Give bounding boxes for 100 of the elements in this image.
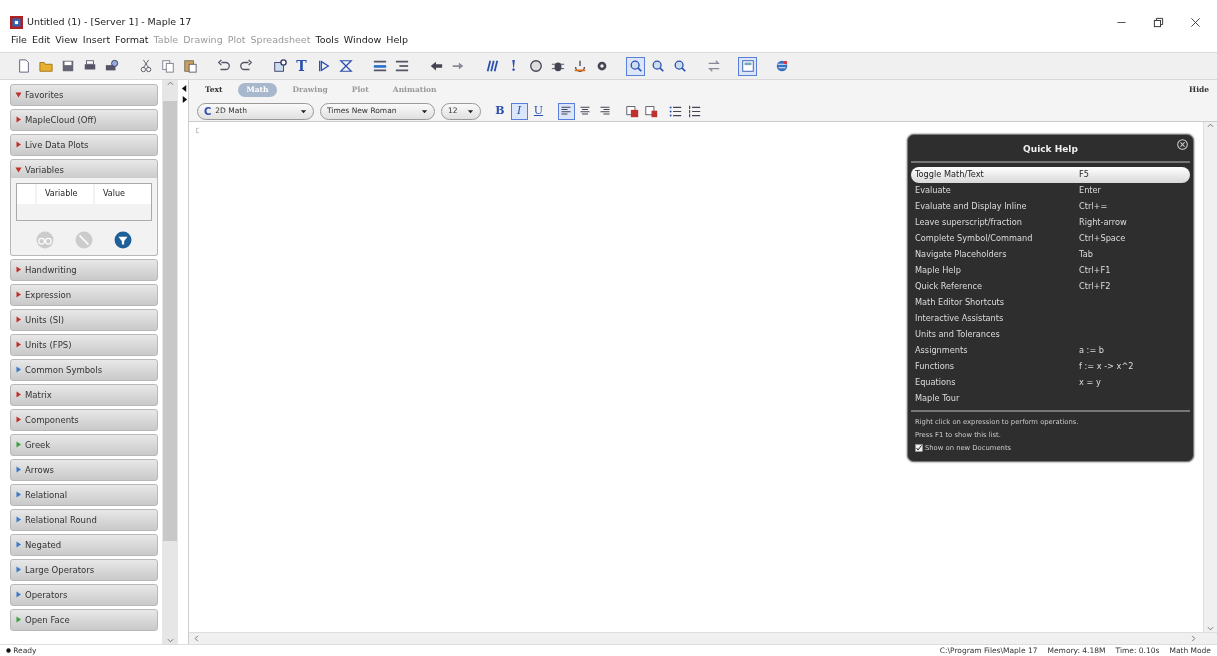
palette-header[interactable]: Components (10, 409, 158, 431)
shortcut-text: Tab (1079, 248, 1093, 261)
shortcut-text: f := x -> x^2 (1079, 360, 1134, 373)
print-icon (82, 59, 97, 73)
outdent-icon (394, 59, 409, 73)
checked-checkbox[interactable] (915, 444, 923, 452)
align-left-button[interactable] (557, 102, 575, 120)
column-header: Value (95, 184, 151, 204)
palette-header[interactable]: Relational (10, 484, 158, 506)
help-topic: Units and Tolerances (915, 328, 1001, 341)
panel-button[interactable] (738, 56, 757, 76)
palette-header[interactable]: Large Operators (10, 559, 158, 581)
align-right-icon (598, 105, 611, 117)
scrollbar-thumb[interactable] (163, 101, 177, 541)
shortcut-text: Ctrl+Space (1079, 232, 1126, 245)
palette-header[interactable]: Greek (10, 434, 158, 456)
shortcut-text: x = y (1079, 376, 1101, 389)
palette-header[interactable]: Arrows (10, 459, 158, 481)
menu-item[interactable]: Format (115, 32, 149, 48)
help-topic: Math Editor Shortcuts (915, 296, 1006, 309)
palette-header[interactable]: Negated (10, 534, 158, 556)
horizontal-scrollbar[interactable] (189, 632, 1217, 644)
paste-icon (182, 59, 197, 73)
swap-arrows-icon (706, 59, 721, 73)
redo-icon (238, 59, 253, 73)
help-row[interactable]: Toggle Math/Text F5 (911, 166, 1190, 183)
save-icon (60, 59, 75, 73)
text-button[interactable]: T (292, 56, 311, 76)
help-topic: Maple Tour (915, 392, 961, 405)
status-dot-icon (6, 648, 11, 653)
help-row[interactable]: Math Editor Shortcuts (911, 294, 1190, 311)
help-row[interactable]: Interactive Assistants (911, 310, 1190, 327)
help-topic: Interactive Assistants (915, 312, 1005, 325)
palette-header[interactable]: Units (SI) (10, 309, 158, 331)
prompt-icon (316, 59, 331, 73)
menu-item[interactable]: Tools (315, 32, 339, 48)
help-row[interactable]: Maple Tour (911, 390, 1190, 407)
panel-title: Quick Help (911, 137, 1190, 163)
scroll-right-icon (1190, 635, 1197, 642)
menu-item[interactable]: File (11, 32, 27, 48)
help-row[interactable]: Navigate Placeholders Tab (911, 246, 1190, 263)
help-topic: Evaluate (915, 184, 952, 197)
filter-icon[interactable] (113, 231, 132, 249)
palette-header[interactable]: Open Face (10, 609, 158, 631)
help-topic: Maple Help (915, 264, 962, 277)
help-row[interactable]: Units and Tolerances (911, 326, 1190, 343)
help-topic: Evaluate and Display Inline (915, 200, 1028, 213)
palette-header[interactable]: Expression (10, 284, 158, 306)
restore-icon[interactable] (1153, 16, 1164, 28)
help-row[interactable]: Evaluate and Display Inline Ctrl+= (911, 198, 1190, 215)
menu-item[interactable]: Edit (31, 32, 51, 48)
align-left-icon (560, 105, 572, 117)
shortcut-text: Ctrl+F1 (1079, 264, 1111, 277)
help-row[interactable]: Complete Symbol/Command Ctrl+Space (911, 230, 1190, 247)
help-row[interactable]: Equations x = y (911, 374, 1190, 391)
palette-header[interactable]: Common Symbols (10, 359, 158, 381)
help-row[interactable]: Maple Help Ctrl+F1 (911, 262, 1190, 279)
palette-header[interactable]: Favorites (10, 84, 158, 106)
help-topic: Complete Symbol/Command (915, 232, 1034, 245)
help-topic: Toggle Math/Text (915, 168, 985, 181)
help-topic: Assignments (915, 344, 969, 357)
help-row[interactable]: Evaluate Enter (911, 182, 1190, 199)
menu-item[interactable]: Window (343, 32, 382, 48)
back-arrow-icon (428, 59, 443, 73)
numbered-list-icon (687, 104, 701, 118)
help-row[interactable]: Functions f := x -> x^2 (911, 358, 1190, 375)
new-document-icon (16, 59, 31, 73)
palette-header[interactable]: Handwriting (10, 259, 158, 281)
menu-item[interactable]: Insert (82, 32, 111, 48)
help-row[interactable]: Leave superscript/fraction Right-arrow (911, 214, 1190, 231)
app-logo-icon (10, 15, 23, 29)
underline-button[interactable]: U (530, 102, 547, 120)
execute-button[interactable]: ! (504, 56, 523, 76)
palette-header[interactable]: Live Data Plots (10, 134, 158, 156)
palette-header[interactable]: Matrix (10, 384, 158, 406)
vertical-scrollbar[interactable] (1203, 122, 1217, 632)
shortcut-text: Right-arrow (1079, 216, 1127, 229)
caret-icon (467, 107, 474, 115)
help-row[interactable]: Quick Reference Ctrl+F2 (911, 278, 1190, 295)
help-row[interactable]: Assignments a := b (911, 342, 1190, 359)
help-topic: Leave superscript/fraction (915, 216, 1024, 229)
scrollbar[interactable] (162, 80, 178, 644)
palette-header[interactable]: MapleCloud (Off) (10, 109, 158, 131)
italic-button[interactable]: I (510, 102, 528, 120)
palette-header[interactable]: Variables (10, 159, 158, 181)
table-header (17, 184, 35, 204)
bold-button[interactable]: B (491, 102, 509, 120)
panel-icon (740, 59, 755, 73)
menu-item[interactable]: View (55, 32, 78, 48)
palette-header[interactable]: Operators (10, 584, 158, 606)
close-icon[interactable] (1190, 16, 1201, 28)
shortcut-text: Ctrl+F2 (1079, 280, 1111, 293)
caret-icon (300, 107, 307, 115)
scroll-up-icon (166, 80, 174, 87)
menu-item[interactable]: Help (386, 32, 408, 48)
scroll-left-icon (193, 635, 200, 642)
palette-header[interactable]: Relational Round (10, 509, 158, 531)
copy-icon (160, 59, 175, 73)
zoom-button[interactable] (626, 56, 645, 76)
palette-header[interactable]: Units (FPS) (10, 334, 158, 356)
